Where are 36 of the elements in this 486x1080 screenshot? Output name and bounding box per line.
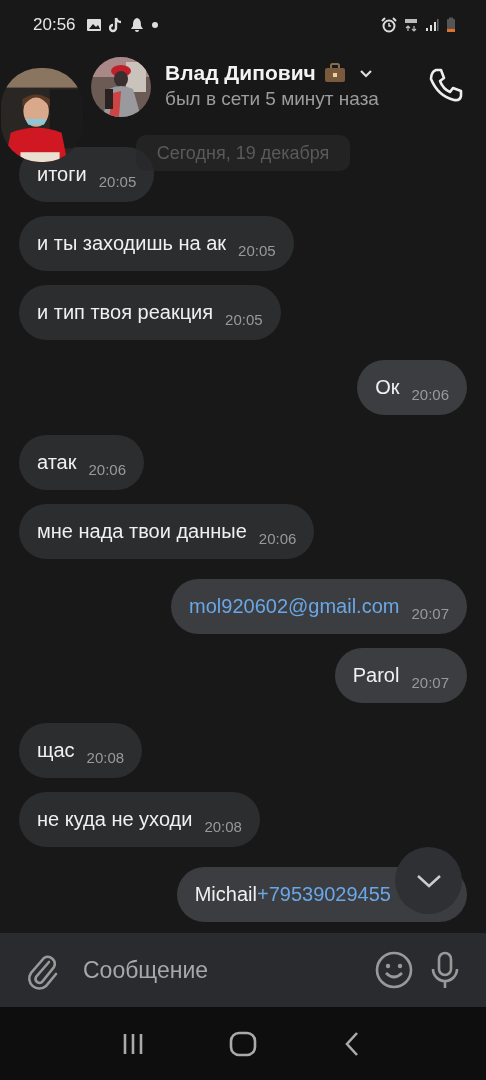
- message-text: и тип твоя реакция: [37, 301, 214, 323]
- message-time: 20:07: [411, 605, 449, 622]
- last-seen-status: был в сети 5 минут наза: [165, 87, 380, 110]
- network-icon: [404, 18, 418, 32]
- dot-icon: [150, 21, 159, 29]
- image-icon: [85, 18, 102, 32]
- signal-icon: [425, 18, 439, 32]
- message-text: итоги: [37, 163, 87, 185]
- message-text: щас: [37, 739, 75, 761]
- alarm-icon: [381, 17, 397, 33]
- briefcase-icon: [323, 62, 346, 83]
- message-text: не куда не уходи: [37, 808, 193, 830]
- battery-icon: [446, 17, 456, 33]
- message-time: 20:05: [225, 311, 263, 328]
- contact-name[interactable]: Влад Дипович: [165, 60, 316, 85]
- message-time: 20:06: [258, 530, 297, 547]
- message-text: и ты заходишь на ак: [37, 232, 227, 254]
- message-text: Ок: [375, 376, 400, 398]
- message-time: 20:08: [204, 818, 242, 835]
- emoji-icon[interactable]: [374, 950, 414, 990]
- message-link[interactable]: mol920602@gmail.com: [189, 595, 400, 617]
- music-note-icon: [108, 17, 123, 33]
- message-text: мне нада твои данные: [37, 520, 247, 542]
- message-time: 20:06: [88, 461, 127, 478]
- message-time: 20:07: [411, 674, 449, 691]
- status-time: 20:56: [33, 15, 76, 35]
- message-link[interactable]: +79539029455: [256, 883, 391, 905]
- message-time: 20:05: [238, 242, 276, 259]
- message-time: 20:05: [98, 173, 137, 190]
- message-text: атак: [37, 451, 77, 473]
- message-text: Parol: [352, 664, 400, 686]
- message-time: 20:08: [86, 749, 125, 766]
- message-time: 20:06: [411, 386, 449, 403]
- date-label: Сегодня, 19 декабря: [136, 135, 350, 171]
- message-text: Michail: [194, 883, 257, 905]
- bell-icon: [129, 17, 144, 33]
